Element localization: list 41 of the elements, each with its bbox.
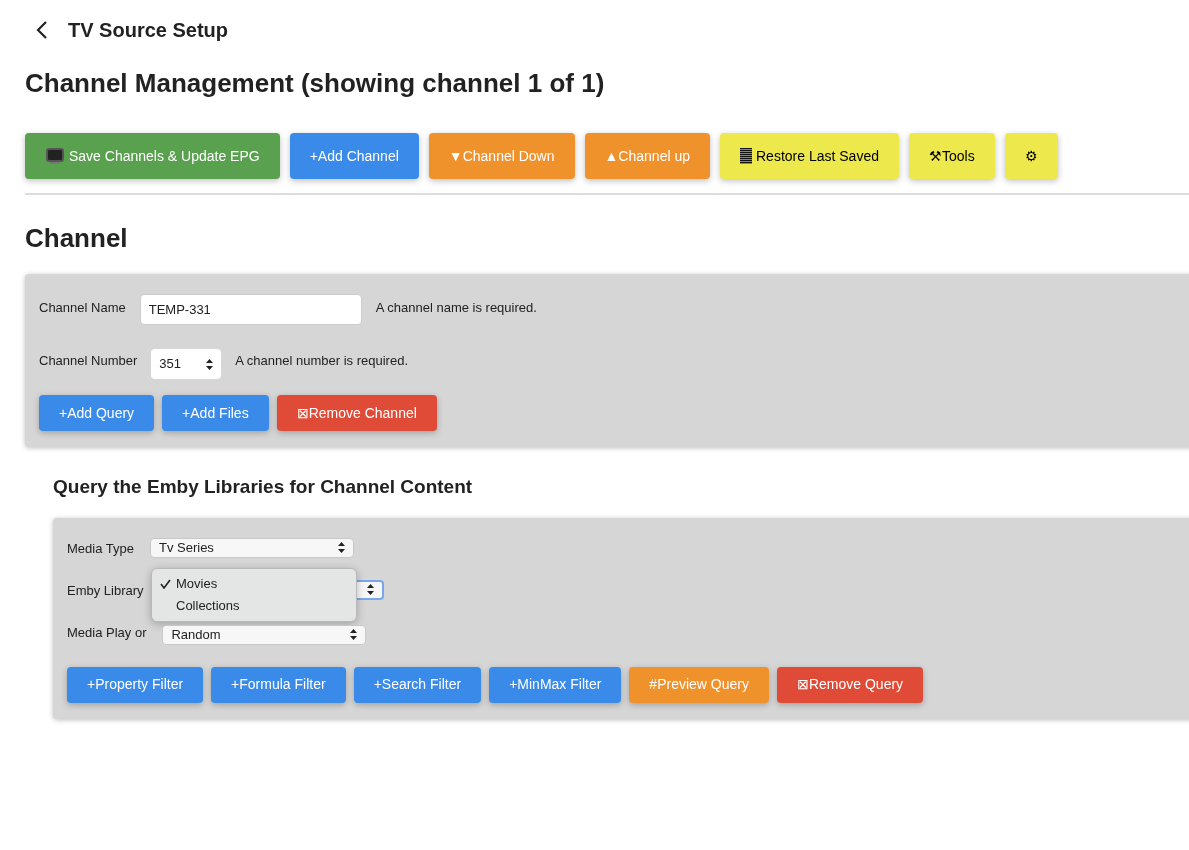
updown-arrows-icon	[206, 358, 214, 370]
page-title: TV Source Setup	[68, 18, 229, 43]
action-button[interactable]: +Add Query	[39, 395, 155, 431]
field-label: Media Play or	[67, 623, 147, 642]
field-label: Channel Name	[39, 299, 126, 317]
section-heading: Query the Emby Libraries for Channel Content	[53, 475, 474, 499]
television-icon	[45, 147, 65, 165]
action-button[interactable]: ⚙	[1004, 133, 1058, 179]
page-heading: Channel Management (showing channel 1 of 1)	[25, 67, 606, 100]
action-button[interactable]: +Property Filter	[67, 666, 204, 703]
field-label: Emby Library	[67, 581, 144, 600]
action-button[interactable]: ⊠Remove Channel	[276, 395, 437, 431]
select-field[interactable]: Tv Series	[149, 537, 354, 558]
stacked-bars-icon	[740, 148, 752, 164]
field-label: Channel Number	[39, 352, 138, 370]
back-icon[interactable]	[36, 21, 48, 39]
section-heading: Channel	[25, 222, 129, 255]
text-field[interactable]: TEMP-331	[139, 294, 362, 325]
hint-text: A channel number is required.	[235, 352, 408, 370]
action-button[interactable]: +Search Filter	[353, 666, 482, 703]
action-button[interactable]: ⚒Tools	[908, 133, 995, 179]
action-button[interactable]: Save Channels & Update EPG	[25, 133, 280, 179]
action-button[interactable]: +Add Channel	[289, 133, 419, 179]
action-button[interactable]: +Formula Filter	[211, 666, 346, 703]
hint-text: A channel name is required.	[375, 299, 537, 317]
action-button[interactable]: +MinMax Filter	[489, 666, 622, 703]
action-button[interactable]: +Add Files	[162, 395, 269, 431]
action-button[interactable]: ▲Channel up	[584, 133, 710, 179]
check-icon	[160, 578, 171, 589]
menu-option[interactable]: Movies	[152, 572, 356, 595]
updown-arrows-icon	[366, 584, 374, 595]
updown-arrows-icon	[337, 542, 345, 553]
menu-option[interactable]: Collections	[152, 594, 356, 617]
action-button[interactable]: #Preview Query	[629, 666, 769, 703]
number-field[interactable]: 351	[151, 349, 222, 379]
action-button[interactable]: ▼Channel Down	[428, 133, 575, 179]
field-label: Media Type	[67, 539, 134, 558]
action-button[interactable]: ⊠Remove Query	[776, 666, 924, 703]
action-button[interactable]: Restore Last Saved	[720, 133, 899, 179]
select-field[interactable]: Random	[162, 624, 367, 645]
updown-arrows-icon	[350, 629, 358, 640]
